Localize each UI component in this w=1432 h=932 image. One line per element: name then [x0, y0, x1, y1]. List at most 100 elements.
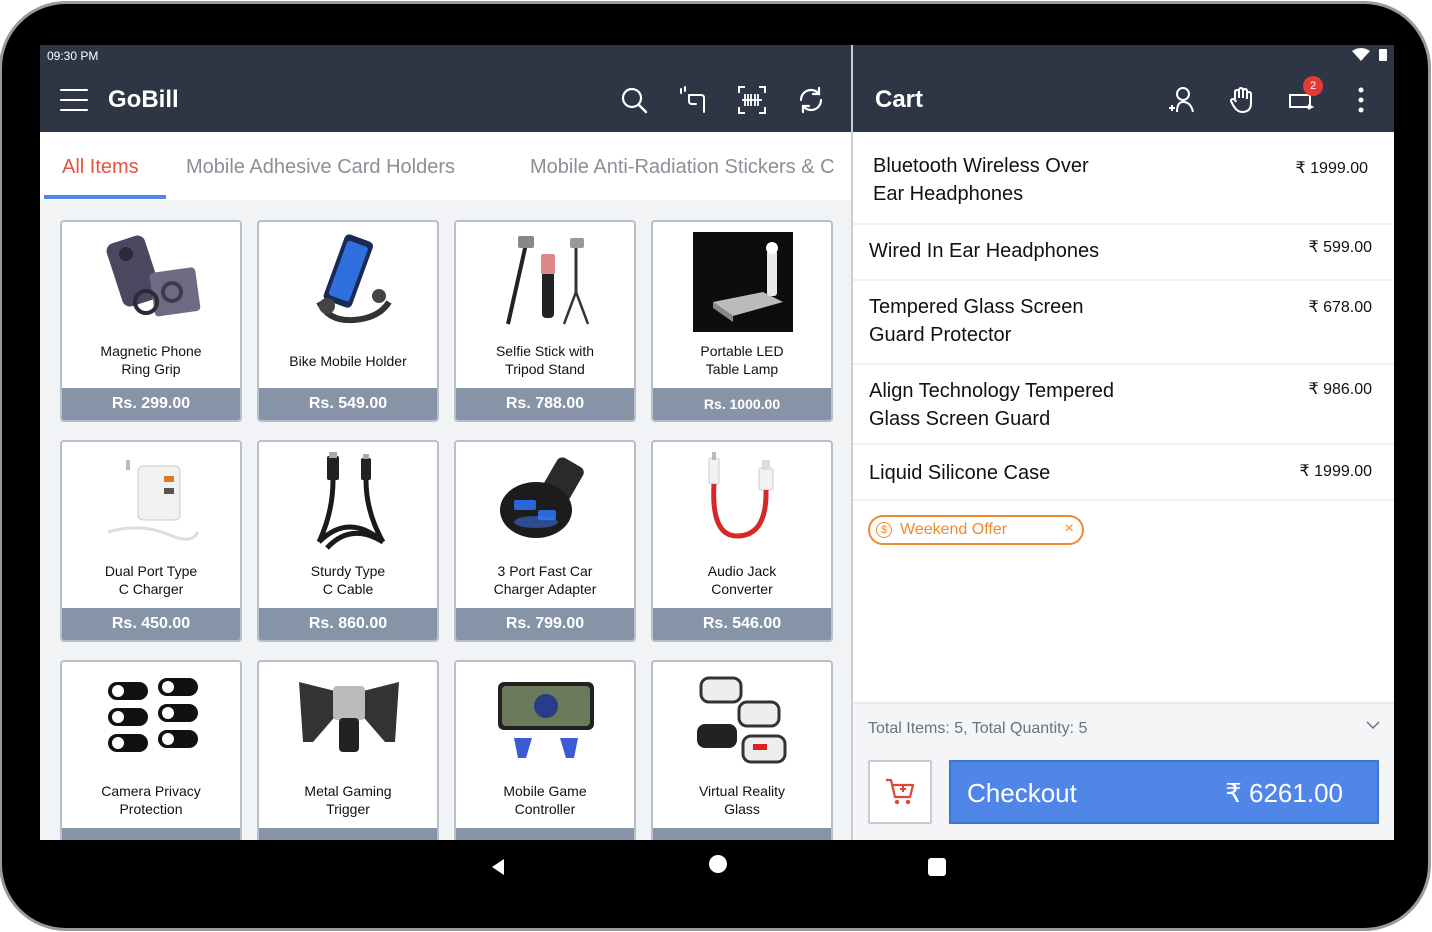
cart-item[interactable]: Bluetooth Wireless Over Ear Headphones ₹ … [853, 132, 1394, 225]
cart-header: Cart 2 [853, 69, 1394, 132]
hold-cart-icon[interactable]: 2 [1285, 76, 1323, 116]
product-name: Virtual Reality Glass [698, 783, 786, 817]
cart-item-name: Wired In Ear Headphones [869, 240, 1100, 262]
checkout-button[interactable]: Checkout ₹ 6261.00 [949, 760, 1379, 824]
product-price: Rs. 450.00 [62, 608, 240, 640]
cart-item-price: ₹ 599.00 [1308, 239, 1372, 256]
items-header: GoBill [40, 69, 851, 132]
cart-item[interactable]: Wired In Ear Headphones ₹ 599.00 [853, 225, 1394, 281]
product-grid: Magnetic Phone Ring Grip Rs. 299.00 Bike … [40, 200, 851, 840]
product-name: Selfie Stick with Tripod Stand [495, 343, 595, 377]
cart-item[interactable]: Liquid Silicone Case ₹ 1999.00 [853, 445, 1394, 501]
back-icon[interactable] [490, 858, 506, 876]
product-card[interactable]: Bike Mobile Holder Rs. 549.00 [257, 220, 439, 422]
cart-item-name: Tempered Glass Screen Guard Protector [869, 296, 1084, 346]
offer-label: Weekend Offer [900, 521, 1008, 538]
metal-gaming-trigger-image [299, 682, 399, 752]
status-time: 09:30 PM [47, 49, 99, 63]
virtual-reality-glass-image [697, 676, 787, 764]
category-tabs: All Items Mobile Adhesive Card Holders M… [40, 132, 851, 201]
product-card[interactable]: Virtual Reality Glass [651, 660, 833, 840]
tab-mobile-adhesive-card-holders[interactable]: Mobile Adhesive Card Holders [186, 156, 455, 179]
cart-item[interactable]: Tempered Glass Screen Guard Protector ₹ 6… [853, 281, 1394, 365]
product-name: Audio Jack Converter [707, 563, 777, 597]
product-card[interactable]: Audio Jack Converter Rs. 546.00 [651, 440, 833, 642]
recents-icon[interactable] [928, 858, 946, 876]
product-card[interactable]: Metal Gaming Trigger [257, 660, 439, 840]
more-icon[interactable] [1345, 84, 1377, 116]
cart-summary: Total Items: 5, Total Quantity: 5 Checko… [853, 702, 1394, 840]
cart-title: Cart [875, 86, 924, 113]
cart-item[interactable]: Align Technology Tempered Glass Screen Gu… [853, 365, 1394, 445]
product-name: Sturdy Type C Cable [310, 563, 386, 597]
product-price: Rs. 549.00 [259, 388, 437, 420]
magnetic-phone-ring-grip-image [106, 235, 201, 317]
product-name: Mobile Game Controller [503, 783, 587, 817]
checkout-amount: ₹ 6261.00 [1225, 778, 1343, 808]
portable-led-table-lamp-image [693, 232, 793, 332]
refresh-icon[interactable] [795, 84, 827, 116]
product-card[interactable]: Sturdy Type C Cable Rs. 860.00 [257, 440, 439, 642]
camera-privacy-cover-image [108, 678, 198, 752]
product-price [259, 828, 437, 840]
mobile-game-controller-image [498, 682, 594, 758]
app-title: GoBill [108, 86, 179, 113]
product-name: Metal Gaming Trigger [304, 783, 392, 817]
cart-item-price: ₹ 986.00 [1308, 381, 1372, 398]
car-charger-adapter-image [500, 457, 584, 538]
cart-item-name: Liquid Silicone Case [869, 462, 1051, 484]
product-card[interactable]: Dual Port Type C Charger Rs. 450.00 [60, 440, 242, 642]
remove-offer-icon[interactable]: × [1065, 520, 1074, 538]
cart-icon [886, 778, 915, 805]
home-icon[interactable] [709, 855, 727, 873]
cart-count-badge: 2 [1303, 76, 1323, 96]
screen: 09:30 PM GoBill Cart 2 All Items Mobile … [40, 45, 1394, 840]
cart-item-name: Bluetooth Wireless Over Ear Headphones [873, 155, 1089, 205]
hand-icon[interactable] [1226, 84, 1258, 116]
cart-item-price: ₹ 1999.00 [1299, 463, 1372, 480]
product-name: Camera Privacy Protection [101, 783, 201, 817]
product-price [456, 828, 634, 840]
product-price: Rs. 799.00 [456, 608, 634, 640]
barcode-icon[interactable] [736, 84, 768, 116]
menu-icon[interactable] [60, 89, 88, 113]
add-customer-icon[interactable] [1166, 84, 1198, 116]
bike-mobile-holder-image [316, 234, 392, 324]
chevron-down-icon[interactable] [1366, 720, 1380, 730]
offer-icon: $ [876, 522, 892, 538]
status-bar: 09:30 PM [40, 45, 1394, 69]
selfie-stick-tripod-image [506, 236, 590, 325]
cart-item-price: ₹ 1999.00 [1295, 160, 1368, 177]
dual-port-charger-image [107, 460, 200, 541]
cart-panel: Bluetooth Wireless Over Ear Headphones ₹ … [853, 132, 1394, 840]
cart-item-name: Align Technology Tempered Glass Screen Gu… [869, 380, 1114, 430]
cart-item-price: ₹ 678.00 [1308, 299, 1372, 316]
product-card[interactable]: Magnetic Phone Ring Grip Rs. 299.00 [60, 220, 242, 422]
type-c-cable-image [316, 452, 386, 550]
tab-all-items[interactable]: All Items [62, 156, 139, 179]
system-nav-bar [0, 840, 1432, 932]
active-tab-indicator [44, 195, 166, 199]
product-name: Bike Mobile Holder [289, 353, 407, 369]
product-card[interactable]: 3 Port Fast Car Charger Adapter Rs. 799.0… [454, 440, 636, 642]
tab-mobile-anti-radiation-stickers[interactable]: Mobile Anti-Radiation Stickers & C [530, 156, 835, 179]
scan-hand-icon[interactable] [677, 84, 709, 116]
product-price [62, 828, 240, 840]
search-icon[interactable] [618, 84, 650, 116]
product-name: Dual Port Type C Charger [104, 563, 198, 597]
product-card[interactable]: Camera Privacy Protection [60, 660, 242, 840]
product-card[interactable]: Selfie Stick with Tripod Stand Rs. 788.00 [454, 220, 636, 422]
status-icons [1352, 48, 1388, 62]
audio-jack-converter-image [708, 452, 774, 539]
checkout-label: Checkout [967, 778, 1077, 808]
product-price: Rs. 299.00 [62, 388, 240, 420]
offer-chip[interactable]: $ Weekend Offer × [868, 515, 1084, 545]
product-card[interactable]: Portable LED Table Lamp Rs. 1000.00 [651, 220, 833, 422]
product-name: 3 Port Fast Car Charger Adapter [493, 563, 597, 597]
product-name: Magnetic Phone Ring Grip [100, 343, 202, 377]
product-card[interactable]: Mobile Game Controller [454, 660, 636, 840]
cart-button[interactable] [868, 760, 932, 824]
wifi-icon [1352, 48, 1370, 61]
product-price: Rs. 788.00 [456, 388, 634, 420]
product-price: Rs. 546.00 [653, 608, 831, 640]
